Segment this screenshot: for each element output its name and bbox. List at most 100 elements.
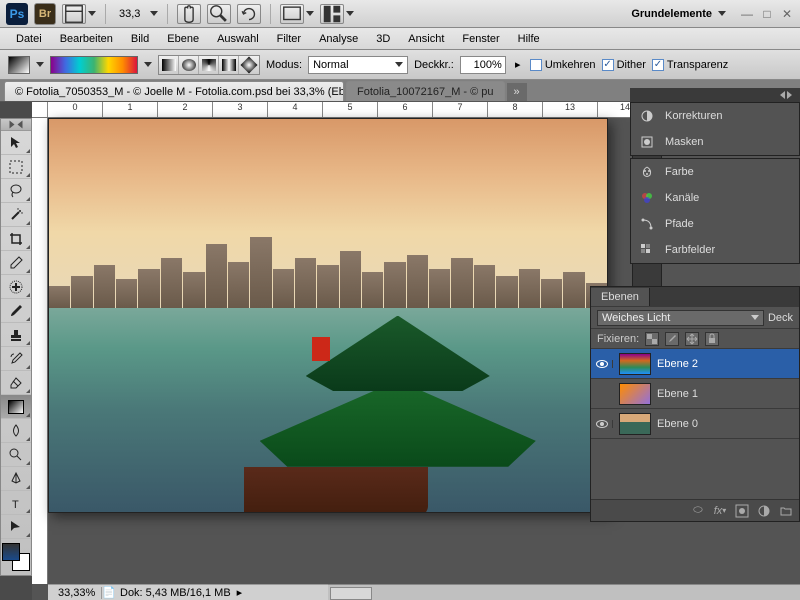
- linear-gradient-icon[interactable]: [159, 56, 179, 74]
- healing-tool[interactable]: [1, 275, 31, 299]
- eyedropper-tool[interactable]: [1, 251, 31, 275]
- panel-farbfelder[interactable]: Farbfelder: [631, 237, 799, 263]
- vertical-ruler: [32, 118, 48, 584]
- reverse-checkbox[interactable]: Umkehren: [530, 59, 596, 71]
- layer-group-icon[interactable]: [779, 504, 793, 518]
- panel-korrekturen[interactable]: Korrekturen: [631, 103, 799, 129]
- panel-collapse-header[interactable]: [630, 88, 800, 102]
- path-select-tool[interactable]: [1, 515, 31, 539]
- visibility-toggle[interactable]: [591, 420, 613, 428]
- screen-mode-dropdown[interactable]: [280, 4, 314, 24]
- zoom-field[interactable]: 33,33%: [54, 587, 102, 599]
- doc-size-label: Dok: 5,43 MB/16,1 MB: [114, 587, 237, 599]
- document-tab-active[interactable]: © Fotolia_7050353_M - © Joelle M - Fotol…: [4, 81, 344, 101]
- transparency-checkbox[interactable]: ✓Transparenz: [652, 59, 728, 71]
- gradient-tool-icon[interactable]: [8, 56, 30, 74]
- hand-tool-icon[interactable]: [177, 4, 201, 24]
- radial-gradient-icon[interactable]: [179, 56, 199, 74]
- zoom-tool-icon[interactable]: [207, 4, 231, 24]
- reflected-gradient-icon[interactable]: [219, 56, 239, 74]
- horizontal-scrollbar[interactable]: [328, 584, 800, 600]
- layer-row-1[interactable]: Ebene 1: [591, 379, 799, 409]
- opacity-input[interactable]: 100%: [460, 56, 506, 74]
- layer-mask-icon[interactable]: [735, 504, 749, 518]
- menu-fenster[interactable]: Fenster: [454, 30, 507, 48]
- foreground-color-swatch[interactable]: [2, 543, 20, 561]
- lock-pixels-icon[interactable]: [665, 332, 679, 346]
- options-bar: Modus: Normal Deckkr.: 100% ▸ Umkehren ✓…: [0, 50, 800, 80]
- panel-masken[interactable]: Masken: [631, 129, 799, 155]
- panel-farbe[interactable]: Farbe: [631, 159, 799, 185]
- status-menu-icon[interactable]: 📄: [102, 586, 114, 599]
- menu-3d[interactable]: 3D: [368, 30, 398, 48]
- lasso-tool[interactable]: [1, 179, 31, 203]
- dither-checkbox[interactable]: ✓Dither: [602, 59, 646, 71]
- move-tool[interactable]: [1, 131, 31, 155]
- gradient-tool[interactable]: [1, 395, 31, 419]
- zoom-dropdown-icon[interactable]: [150, 11, 158, 16]
- eraser-tool[interactable]: [1, 371, 31, 395]
- layer-row-2[interactable]: Ebene 2: [591, 349, 799, 379]
- menu-filter[interactable]: Filter: [269, 30, 309, 48]
- panel-pfade[interactable]: Pfade: [631, 211, 799, 237]
- layer-thumbnail[interactable]: [619, 413, 651, 435]
- bridge-icon[interactable]: Br: [34, 3, 56, 25]
- layers-panel: Ebenen Weiches Licht Deck Fixieren: Eben…: [590, 286, 800, 522]
- lock-transparency-icon[interactable]: [645, 332, 659, 346]
- menu-bild[interactable]: Bild: [123, 30, 157, 48]
- menu-auswahl[interactable]: Auswahl: [209, 30, 267, 48]
- arrange-dropdown[interactable]: [320, 4, 354, 24]
- marquee-tool[interactable]: [1, 155, 31, 179]
- angle-gradient-icon[interactable]: [199, 56, 219, 74]
- type-tool[interactable]: T: [1, 491, 31, 515]
- pen-tool[interactable]: [1, 467, 31, 491]
- wand-tool[interactable]: [1, 203, 31, 227]
- gradient-preview[interactable]: [50, 56, 138, 74]
- blend-mode-select[interactable]: Normal: [308, 56, 408, 74]
- menu-bearbeiten[interactable]: Bearbeiten: [52, 30, 121, 48]
- maximize-icon[interactable]: □: [760, 7, 774, 21]
- menu-ebene[interactable]: Ebene: [159, 30, 207, 48]
- minimize-icon[interactable]: —: [740, 7, 754, 21]
- tool-preset-dropdown[interactable]: [36, 62, 44, 67]
- diamond-gradient-icon[interactable]: [239, 56, 259, 74]
- layer-thumbnail[interactable]: [619, 383, 651, 405]
- layer-row-0[interactable]: Ebene 0: [591, 409, 799, 439]
- dodge-tool[interactable]: [1, 443, 31, 467]
- layers-tab[interactable]: Ebenen: [591, 288, 650, 306]
- brush-tool[interactable]: [1, 299, 31, 323]
- toolbox-collapse-icon[interactable]: [1, 119, 31, 131]
- main-menubar: Datei Bearbeiten Bild Ebene Auswahl Filt…: [0, 28, 800, 50]
- panel-kanale[interactable]: Kanäle: [631, 185, 799, 211]
- workspace-dropdown[interactable]: Grundelemente: [623, 8, 734, 20]
- layer-thumbnail[interactable]: [619, 353, 651, 375]
- history-brush-tool[interactable]: [1, 347, 31, 371]
- document-tab-inactive[interactable]: Fotolia_10072167_M - © pu: [346, 81, 505, 101]
- layer-fx-icon[interactable]: fx▾: [713, 504, 727, 518]
- menu-analyse[interactable]: Analyse: [311, 30, 366, 48]
- layout-dropdown[interactable]: [62, 4, 96, 24]
- lock-all-icon[interactable]: [705, 332, 719, 346]
- layer-blend-select[interactable]: Weiches Licht: [597, 310, 764, 326]
- panel-column: Korrekturen Masken Farbe Kanäle Pfade Fa…: [630, 88, 800, 266]
- crop-tool[interactable]: [1, 227, 31, 251]
- close-icon[interactable]: ✕: [780, 7, 794, 21]
- blur-tool[interactable]: [1, 419, 31, 443]
- menu-ansicht[interactable]: Ansicht: [400, 30, 452, 48]
- adjustment-layer-icon[interactable]: [757, 504, 771, 518]
- rotate-view-icon[interactable]: [237, 4, 261, 24]
- menu-datei[interactable]: Datei: [8, 30, 50, 48]
- menu-hilfe[interactable]: Hilfe: [510, 30, 548, 48]
- stamp-tool[interactable]: [1, 323, 31, 347]
- status-flyout-icon[interactable]: ▸: [237, 586, 243, 599]
- visibility-toggle[interactable]: [591, 360, 613, 368]
- tab-overflow-icon[interactable]: »: [507, 83, 527, 101]
- document-canvas[interactable]: [48, 118, 608, 513]
- lock-position-icon[interactable]: [685, 332, 699, 346]
- status-bar: 33,33% 📄 Dok: 5,43 MB/16,1 MB ▸: [48, 584, 800, 600]
- link-layers-icon[interactable]: ⬭: [691, 504, 705, 518]
- gradient-dropdown-icon[interactable]: [144, 62, 152, 67]
- layers-footer: ⬭ fx▾: [591, 499, 799, 521]
- opacity-flyout-icon[interactable]: ▸: [512, 58, 524, 71]
- color-swatches[interactable]: [2, 543, 30, 571]
